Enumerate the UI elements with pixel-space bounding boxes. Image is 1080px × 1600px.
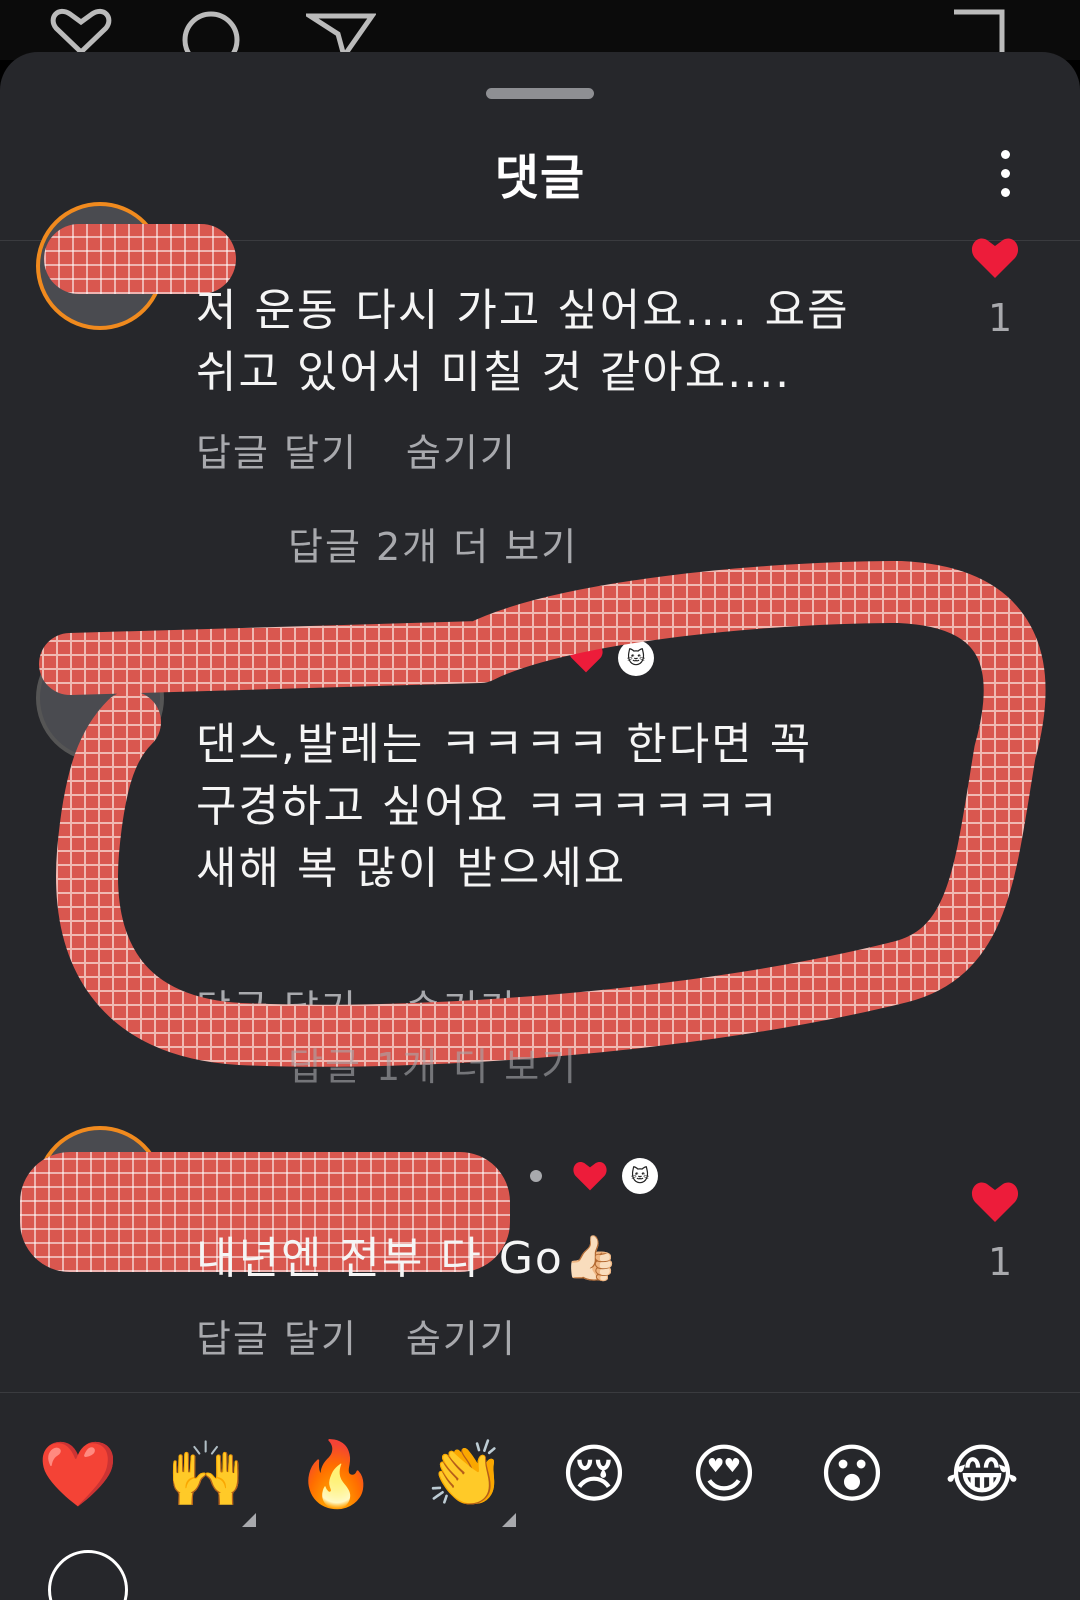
hide-button[interactable]: 숨기기 <box>406 1317 517 1361</box>
reply-button[interactable]: 답글 달기 <box>196 1317 358 1361</box>
skin-tone-indicator <box>242 1513 256 1527</box>
heart-icon <box>971 1182 1019 1222</box>
like-count: 1 <box>988 1240 1013 1284</box>
comments-sheet: 댓글 저 운동 다시 가고 싶어요.... 요즘 쉬고 있어서 미칠 것 같아요… <box>0 52 1080 1600</box>
surprised-face-emoji[interactable]: 😮 <box>812 1435 892 1515</box>
separator-dot <box>530 1170 542 1182</box>
comment-actions: 답글 달기 숨기기 <box>196 1308 565 1363</box>
heart-eyes-emoji[interactable]: 😍 <box>684 1435 764 1515</box>
crying-face-emoji[interactable]: 😢 <box>554 1435 634 1515</box>
raising-hands-glyph: 🙌 <box>166 1438 246 1512</box>
heart-emoji[interactable]: ❤️ <box>38 1435 118 1515</box>
like-button[interactable] <box>970 1180 1020 1224</box>
bookmark-icon[interactable] <box>946 8 1016 58</box>
skin-tone-indicator <box>502 1513 516 1527</box>
current-user-avatar[interactable] <box>48 1550 128 1600</box>
fire-emoji[interactable]: 🔥 <box>296 1435 376 1515</box>
creator-avatar: 🐱 <box>622 1158 658 1194</box>
comment-meta: 🐱 <box>530 1158 658 1194</box>
raising-hands-emoji[interactable]: 🙌 <box>166 1435 256 1527</box>
comment-text: 내년엔 전부 다 Go👍🏻 <box>196 1233 621 1284</box>
clapping-hands-emoji[interactable]: 👏 <box>426 1435 516 1527</box>
creator-liked-heart-icon <box>573 1162 607 1191</box>
emoji-reaction-bar: ❤️ 🙌 🔥 👏 😢 😍 😮 😂 <box>0 1392 1080 1553</box>
share-icon[interactable] <box>306 8 376 58</box>
clapping-hands-glyph: 👏 <box>426 1438 506 1512</box>
laughing-tears-emoji[interactable]: 😂 <box>942 1435 1022 1515</box>
heart-outline-icon[interactable] <box>46 8 116 58</box>
view-more-replies[interactable]: 답글 1개 더 보기 <box>288 1036 578 1091</box>
comment-icon[interactable] <box>176 8 246 58</box>
post-action-bar <box>0 0 1080 60</box>
